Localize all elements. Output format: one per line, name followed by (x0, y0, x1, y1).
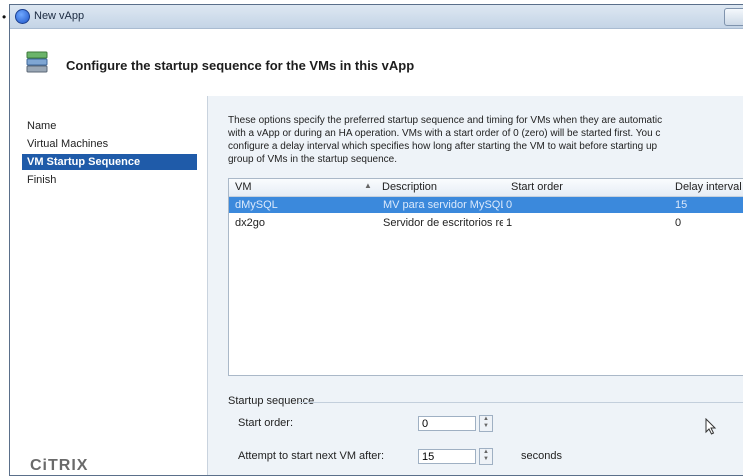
sidebar-item-virtual-machines[interactable]: Virtual Machines (22, 136, 197, 152)
table-row[interactable]: dx2go Servidor de escritorios re... 1 0 (229, 215, 743, 231)
seconds-unit-label: seconds (521, 450, 562, 462)
group-divider (298, 402, 743, 403)
column-header-delay-interval[interactable]: Delay interval (675, 181, 742, 193)
description-line: with a vApp or during an HA operation. V… (228, 128, 661, 139)
column-header-start-order[interactable]: Start order (511, 181, 563, 193)
vm-startup-table: VM ▲ Description Start order Delay inter… (228, 178, 743, 376)
cell-description: Servidor de escritorios re... (383, 217, 503, 229)
description-line: configure a delay interval which specifi… (228, 141, 658, 152)
title-bar: New vApp (10, 5, 743, 29)
description-text: These options specify the preferred star… (228, 114, 743, 166)
mouse-pointer-icon (705, 418, 717, 435)
bullet-marker: • (2, 10, 7, 24)
cell-delay-interval: 0 (675, 217, 682, 229)
sidebar-item-vm-startup-sequence[interactable]: VM Startup Sequence (22, 154, 197, 170)
description-line: group of VMs in the startup sequence. (228, 154, 397, 165)
attempt-next-vm-label: Attempt to start next VM after: (238, 450, 385, 462)
window-title: New vApp (34, 10, 85, 22)
minimize-button[interactable] (724, 8, 743, 26)
sort-ascending-icon: ▲ (364, 181, 372, 190)
new-vapp-window: New vApp Configure the startup sequence … (9, 4, 743, 476)
cell-start-order: 0 (506, 199, 513, 211)
cell-delay-interval: 15 (675, 199, 688, 211)
start-order-stepper[interactable]: ▲ ▼ (479, 415, 493, 432)
column-header-description[interactable]: Description (382, 181, 437, 193)
vapp-stack-icon (26, 51, 48, 73)
column-header-vm[interactable]: VM (235, 181, 252, 193)
table-row[interactable]: dMySQL MV para servidor MySQL 0 15 (229, 197, 743, 213)
stepper-up-icon[interactable]: ▲ (480, 449, 492, 456)
startup-sequence-group-label: Startup sequence (228, 395, 315, 407)
sidebar-item-finish[interactable]: Finish (22, 172, 197, 188)
wizard-sidebar: Name Virtual Machines VM Startup Sequenc… (10, 96, 208, 475)
start-order-input[interactable] (418, 416, 476, 431)
stepper-down-icon[interactable]: ▼ (480, 423, 492, 430)
page-title: Configure the startup sequence for the V… (66, 58, 415, 73)
cell-start-order: 1 (506, 217, 513, 229)
stepper-up-icon[interactable]: ▲ (480, 416, 492, 423)
wizard-header: Configure the startup sequence for the V… (10, 29, 743, 97)
citrix-logo: CiTRIX (30, 457, 89, 474)
app-icon (15, 9, 30, 24)
stepper-down-icon[interactable]: ▼ (480, 456, 492, 463)
start-order-label: Start order: (238, 417, 294, 429)
table-header: VM ▲ Description Start order Delay inter… (229, 179, 743, 197)
description-line: These options specify the preferred star… (228, 115, 663, 126)
main-panel: These options specify the preferred star… (208, 96, 743, 475)
cell-vm: dx2go (235, 217, 265, 229)
cell-description: MV para servidor MySQL (383, 199, 503, 211)
cell-vm: dMySQL (235, 199, 278, 211)
sidebar-item-name[interactable]: Name (22, 118, 197, 134)
attempt-delay-stepper[interactable]: ▲ ▼ (479, 448, 493, 465)
attempt-delay-input[interactable] (418, 449, 476, 464)
